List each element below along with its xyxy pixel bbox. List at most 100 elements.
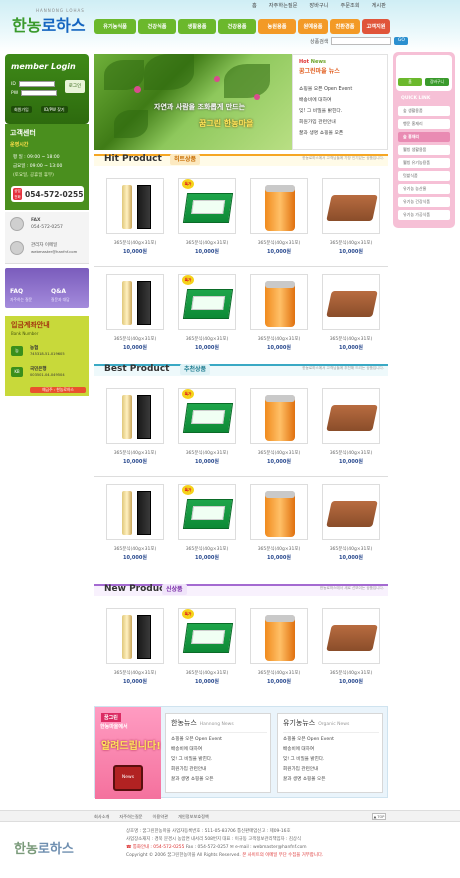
news-item[interactable]: 꿀과 생명 쇼핑몰 오픈 [283,776,379,786]
product-name[interactable]: 365분식(40g×31포) [244,670,314,676]
product-image[interactable] [250,274,308,330]
product-card[interactable]: 365분식(40g×31포) 10,000원 [316,480,386,575]
news-item[interactable]: 잊! 그 비밀을 밝힌다. [171,756,267,766]
product-image[interactable] [106,388,164,444]
product-image[interactable]: 특가 [178,388,236,444]
site-logo[interactable]: 한농로하스 HANNONG LOHAS [12,8,86,36]
product-card[interactable]: 365분식(40g×31포) 10,000원 [100,384,170,479]
product-card[interactable]: 특가 365분식(40g×31포) 10,000원 [172,270,242,365]
product-image[interactable] [250,608,308,664]
product-card[interactable]: 365분식(40g×31포) 10,000원 [316,604,386,699]
news-item[interactable]: 잊! 그 비밀을 밝힌다. [299,107,352,118]
news-item[interactable]: 배송비에 대하여 [171,746,267,756]
product-card[interactable]: 365분식(40g×31포) 10,000원 [244,480,314,575]
product-name[interactable]: 365분식(40g×31포) [244,240,314,246]
search-input[interactable] [331,37,392,45]
footer-link-company[interactable]: 회사소개 [94,814,109,820]
product-image[interactable]: 특가 [178,608,236,664]
top-button[interactable]: ▲ TOP [372,813,386,820]
top-link-cart[interactable]: 장바구니 [307,2,330,9]
product-card[interactable]: 365분식(40g×31포) 10,000원 [100,270,170,365]
quick-home-button[interactable]: 홈 [398,78,422,86]
product-name[interactable]: 365분식(40g×31포) [172,336,242,342]
product-card[interactable]: 365분식(40g×31포) 10,000원 [100,174,170,269]
join-button[interactable]: 회원가입 [11,106,32,113]
product-card[interactable]: 365분식(40g×31포) 10,000원 [244,270,314,365]
quick-item[interactable]: 유기농 가공식품 [398,210,450,220]
top-link-orders[interactable]: 주문조회 [339,2,362,9]
product-name[interactable]: 365분식(40g×31포) [316,546,386,552]
qa-link[interactable]: Q&A [51,288,66,295]
quick-item[interactable]: 유기농 농산물 [398,184,450,194]
login-button[interactable]: 로그인 [65,80,85,93]
news-item[interactable]: 배송비에 대하여 [299,96,352,107]
id-input[interactable] [18,81,55,87]
nav-item-5[interactable]: 원예용품 [298,19,328,34]
news-item[interactable]: 꿀과 생명 쇼핑몰 오픈 [171,776,267,786]
news-item[interactable]: 잊! 그 비밀을 밝힌다. [283,756,379,766]
product-name[interactable]: 365분식(40g×31포) [316,240,386,246]
product-name[interactable]: 365분식(40g×31포) [316,670,386,676]
product-name[interactable]: 365분식(40g×31포) [244,336,314,342]
news-item[interactable]: 쇼핑몰 오픈 Open Event [171,736,267,746]
nav-item-1[interactable]: 건강식품 [138,19,176,34]
product-image[interactable]: 특가 [178,274,236,330]
product-image[interactable] [106,178,164,234]
product-image[interactable] [250,388,308,444]
product-name[interactable]: 365분식(40g×31포) [172,546,242,552]
quick-item[interactable]: 행운 홍재리 [398,119,450,129]
product-name[interactable]: 365분식(40g×31포) [100,450,170,456]
news-item[interactable]: 쇼핑몰 오픈 Open Event [283,736,379,746]
nav-item-4[interactable]: 농원용품 [258,19,296,34]
quick-item[interactable]: 웰빙 유기농용품 [398,158,450,168]
news-item[interactable]: 배송비에 대하여 [283,746,379,756]
product-name[interactable]: 365분식(40g×31포) [100,546,170,552]
top-link-home[interactable]: 홈 [250,2,259,9]
footer-link-terms[interactable]: 이용약관 [153,814,168,820]
nav-item-6[interactable]: 친환경품 [330,19,360,34]
top-link-faq[interactable]: 자주하는질문 [267,2,300,9]
product-card[interactable]: 특가 365분식(40g×31포) 10,000원 [172,174,242,269]
admin-email[interactable]: webmaster@hanfnf.com [31,249,77,254]
product-name[interactable]: 365분식(40g×31포) [100,670,170,676]
product-card[interactable]: 특가 365분식(40g×31포) 10,000원 [172,604,242,699]
product-image[interactable] [322,388,380,444]
product-image[interactable] [250,178,308,234]
notice-promo[interactable]: 꿈그린 한농마을에서 알려드립니다! News [95,707,161,799]
quick-item[interactable]: 텃밭식품 [398,171,450,181]
product-card[interactable]: 365분식(40g×31포) 10,000원 [244,604,314,699]
news-item[interactable]: 쇼핑몰 오픈 Open Event [299,85,352,96]
quick-item[interactable]: 유기농 건강식품 [398,197,450,207]
product-card[interactable]: 365분식(40g×31포) 10,000원 [100,480,170,575]
hero-banner[interactable]: 자연과 사람을 조화롭게 만드는 꿈그린 한농마을 [94,54,292,150]
product-name[interactable]: 365분식(40g×31포) [244,546,314,552]
product-card[interactable]: 특가 365분식(40g×31포) 10,000원 [172,384,242,479]
top-link-board[interactable]: 게시판 [370,2,388,9]
faq-link[interactable]: FAQ [10,288,23,295]
product-image[interactable] [322,178,380,234]
product-name[interactable]: 365분식(40g×31포) [172,240,242,246]
product-card[interactable]: 365분식(40g×31포) 10,000원 [244,174,314,269]
quick-item[interactable]: 숲 생활용품 [398,106,450,116]
nav-item-3[interactable]: 건강용품 [218,19,256,34]
footer-link-faq[interactable]: 자주하는질문 [119,814,142,820]
product-image[interactable] [322,484,380,540]
quick-cart-button[interactable]: 장바구니 [425,78,449,86]
product-card[interactable]: 365분식(40g×31포) 10,000원 [316,384,386,479]
product-card[interactable]: 365분식(40g×31포) 10,000원 [244,384,314,479]
pw-input[interactable] [21,90,58,96]
faq-qa-banner[interactable]: FAQ 자주하는 질문 Q&A 질문과 대답 [5,268,89,308]
product-card[interactable]: 365분식(40g×31포) 10,000원 [316,174,386,269]
product-image[interactable] [322,608,380,664]
product-name[interactable]: 365분식(40g×31포) [100,336,170,342]
product-image[interactable]: 특가 [178,178,236,234]
nav-item-0[interactable]: 유기농식품 [94,19,136,34]
nav-item-7[interactable]: 고객지원 [362,19,390,34]
find-account-button[interactable]: ID/PW 찾기 [41,106,68,113]
product-name[interactable]: 365분식(40g×31포) [172,670,242,676]
product-image[interactable] [322,274,380,330]
nav-item-2[interactable]: 생활용품 [178,19,216,34]
quick-item[interactable]: 숲 홍재리 [398,132,450,142]
news-item[interactable]: 회원가입 관련안내 [171,766,267,776]
news-item[interactable]: 회원가입 관련안내 [283,766,379,776]
